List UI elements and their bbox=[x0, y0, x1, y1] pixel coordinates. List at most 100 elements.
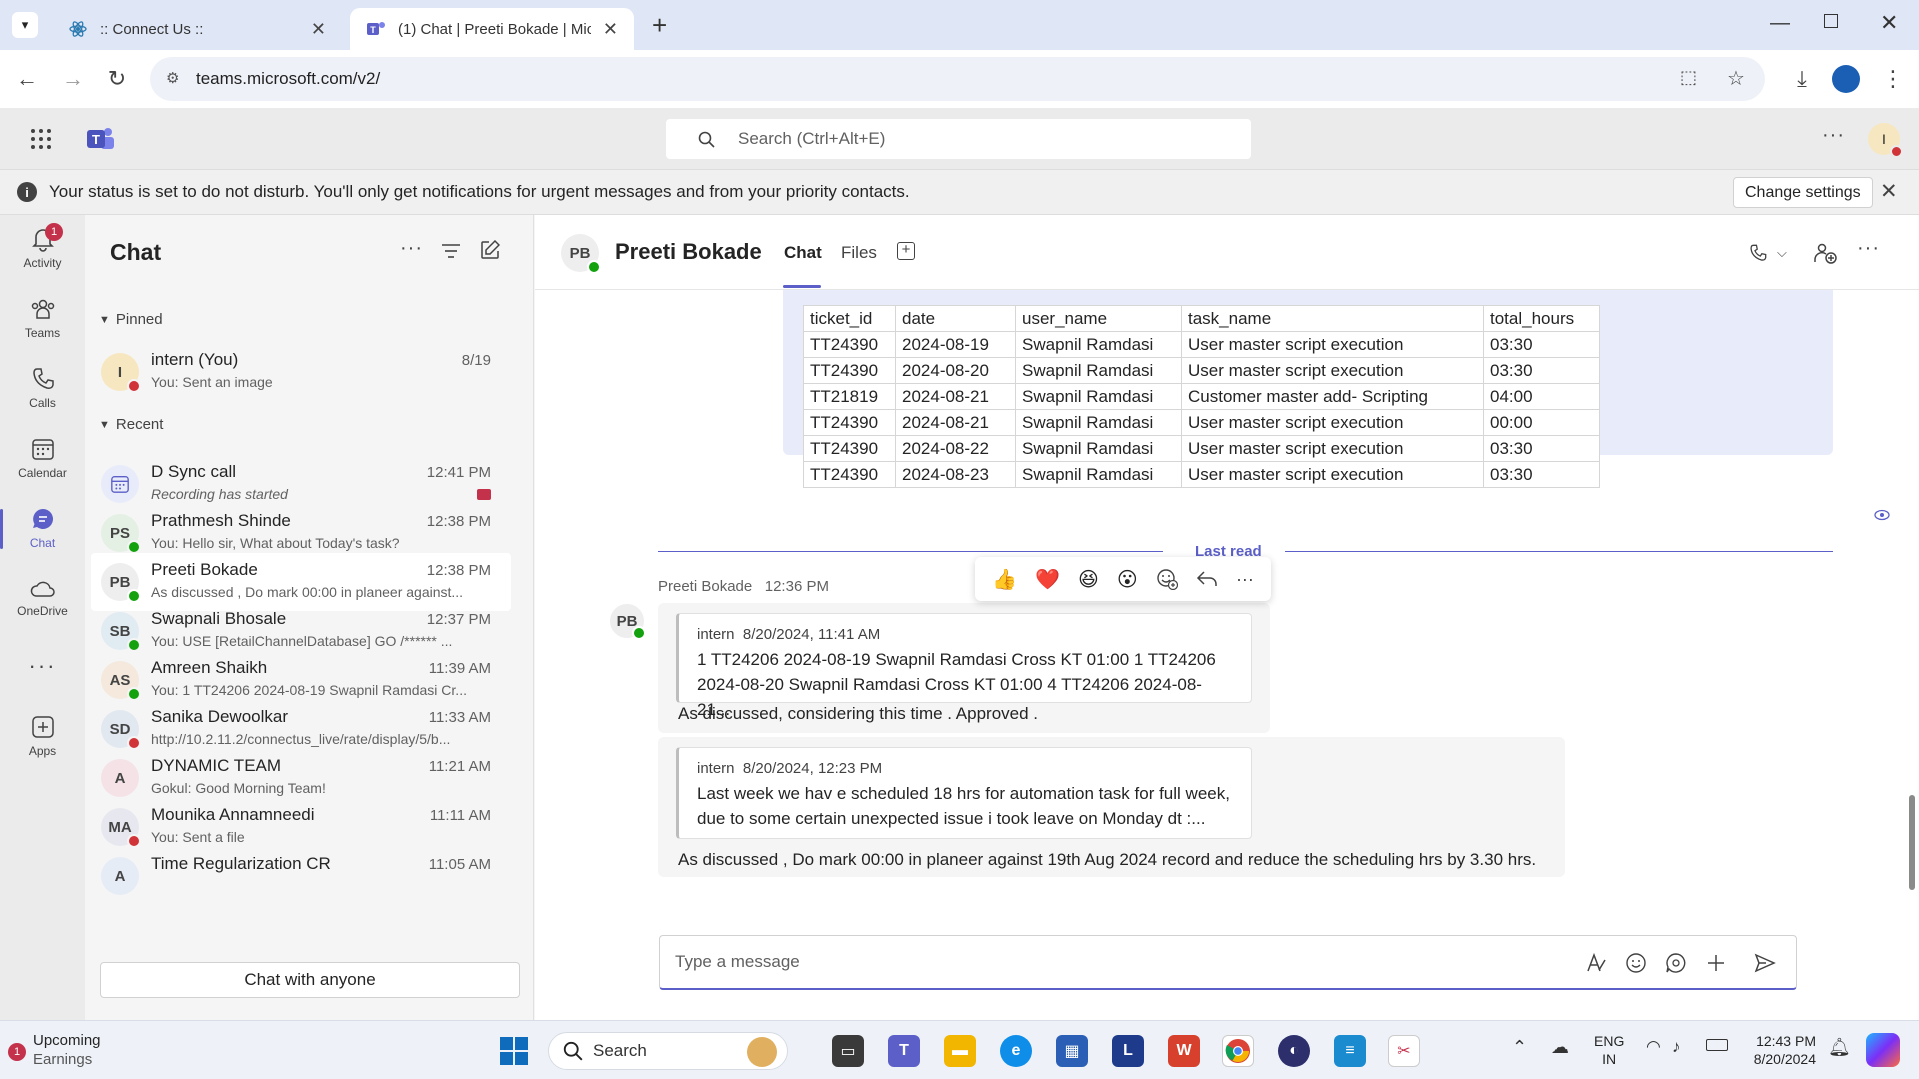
tab-search-icon[interactable]: ▾ bbox=[12, 12, 38, 38]
volume-icon[interactable]: ♪ bbox=[1672, 1037, 1681, 1057]
call-options-chevron-icon[interactable]: ⌵ bbox=[1777, 245, 1787, 261]
download-icon[interactable]: ⤓ bbox=[1787, 64, 1817, 94]
more-options-icon[interactable]: ··· bbox=[1822, 124, 1845, 147]
loop-component-icon[interactable] bbox=[1665, 952, 1687, 974]
chrome-icon[interactable] bbox=[1222, 1035, 1254, 1067]
tab-chat[interactable]: Chat bbox=[784, 243, 822, 263]
change-settings-button[interactable]: Change settings bbox=[1733, 177, 1873, 208]
rail-item-activity[interactable]: 1 Activity bbox=[0, 217, 85, 279]
avatar-initials: A bbox=[114, 769, 126, 787]
add-apps-icon bbox=[31, 716, 54, 738]
browser-tab-teams[interactable]: T (1) Chat | Preeti Bokade | Microsoft T… bbox=[350, 8, 634, 50]
battery-icon[interactable] bbox=[1706, 1039, 1728, 1051]
snipping-tool-icon[interactable]: ✂ bbox=[1388, 1035, 1420, 1067]
quoted-reply[interactable]: intern 8/20/2024, 11:41 AM 1 TT24206 202… bbox=[676, 613, 1252, 719]
recent-section-header[interactable]: ▼ Recent bbox=[99, 416, 163, 433]
add-people-icon[interactable] bbox=[1813, 241, 1837, 265]
taskbar-search[interactable]: Search bbox=[548, 1032, 788, 1070]
avatar: SB bbox=[101, 612, 141, 652]
browser-tab-connect-us[interactable]: :: Connect Us :: ✕ bbox=[52, 8, 342, 50]
conversation-scrollbar[interactable] bbox=[1909, 795, 1915, 890]
edge-icon[interactable]: e bbox=[1000, 1035, 1032, 1067]
conversation-header: PB Preeti Bokade Chat Files + ⌵ ··· bbox=[535, 215, 1919, 290]
store-icon[interactable]: ▦ bbox=[1056, 1035, 1088, 1067]
quote-author: intern bbox=[697, 626, 735, 643]
add-reaction-icon[interactable] bbox=[1156, 568, 1178, 590]
cloud-sync-icon[interactable]: ☁ bbox=[1551, 1037, 1569, 1058]
more-apps-icon[interactable]: ··· bbox=[0, 635, 85, 697]
close-tab-icon[interactable]: ✕ bbox=[603, 19, 618, 40]
windows-start-icon[interactable] bbox=[499, 1036, 529, 1066]
add-tab-icon[interactable]: + bbox=[897, 242, 915, 260]
wifi-icon[interactable]: ◠ bbox=[1646, 1037, 1661, 1057]
language-indicator[interactable]: ENG IN bbox=[1594, 1032, 1624, 1068]
chat-list-item[interactable]: A Time Regularization CR 11:05 AM bbox=[91, 847, 511, 905]
app-launcher-icon[interactable] bbox=[30, 128, 52, 150]
message-bubble[interactable]: intern 8/20/2024, 11:41 AM 1 TT24206 202… bbox=[658, 603, 1270, 733]
minimize-icon[interactable]: — bbox=[1770, 12, 1790, 35]
earnings-widget[interactable]: Upcoming Earnings bbox=[33, 1031, 101, 1069]
rail-item-teams[interactable]: Teams bbox=[0, 287, 85, 349]
activity-badge: 1 bbox=[45, 223, 63, 241]
teams-taskbar-icon[interactable]: T bbox=[888, 1035, 920, 1067]
notepad-icon[interactable]: ≡ bbox=[1334, 1035, 1366, 1067]
bookmark-star-icon[interactable]: ☆ bbox=[1727, 66, 1745, 91]
avatar[interactable]: PB bbox=[561, 234, 601, 274]
clock[interactable]: 12:43 PM 8/20/2024 bbox=[1744, 1032, 1816, 1068]
close-banner-icon[interactable]: ✕ bbox=[1880, 179, 1898, 204]
profile-avatar[interactable]: I bbox=[1868, 123, 1903, 158]
rail-item-calls[interactable]: Calls bbox=[0, 357, 85, 419]
message-bubble[interactable]: intern 8/20/2024, 12:23 PM Last week we … bbox=[658, 737, 1565, 877]
back-icon[interactable]: ← bbox=[12, 64, 42, 94]
message-more-icon[interactable]: ··· bbox=[1236, 569, 1254, 590]
close-window-icon[interactable]: ✕ bbox=[1880, 10, 1898, 36]
attach-plus-icon[interactable] bbox=[1705, 952, 1727, 974]
avatar[interactable]: PB bbox=[608, 602, 646, 640]
chat-list-item[interactable]: Iintern (You) 8/19 You: Sent an image bbox=[91, 343, 511, 401]
notifications-icon[interactable]: 🔔︎ bbox=[1828, 1037, 1851, 1058]
emoji-icon[interactable] bbox=[1625, 952, 1647, 974]
address-bar[interactable]: ⚙ teams.microsoft.com/v2/ ⬚ ☆ bbox=[150, 57, 1765, 101]
task-view-icon[interactable]: ▭ bbox=[832, 1035, 864, 1067]
eclipse-icon[interactable]: ◐ bbox=[1278, 1035, 1310, 1067]
browser-profile-icon[interactable] bbox=[1832, 65, 1860, 93]
quoted-reply[interactable]: intern 8/20/2024, 12:23 PM Last week we … bbox=[676, 747, 1252, 839]
close-tab-icon[interactable]: ✕ bbox=[311, 19, 326, 40]
restore-icon[interactable] bbox=[1824, 14, 1838, 28]
site-info-icon[interactable]: ⚙ bbox=[166, 69, 179, 87]
rail-item-onedrive[interactable]: OneDrive bbox=[0, 567, 85, 629]
format-icon[interactable] bbox=[1585, 952, 1607, 974]
rail-item-calendar[interactable]: Calendar bbox=[0, 427, 85, 489]
l-app-icon[interactable]: L bbox=[1112, 1035, 1144, 1067]
chat-with-anyone-button[interactable]: Chat with anyone bbox=[100, 962, 520, 998]
reaction-surprised[interactable]: 😮 bbox=[1117, 567, 1138, 592]
reaction-heart[interactable]: ❤️ bbox=[1035, 567, 1060, 592]
reply-icon[interactable] bbox=[1196, 570, 1218, 588]
tab-files[interactable]: Files bbox=[841, 243, 877, 263]
phone-icon bbox=[32, 368, 54, 389]
reaction-laugh[interactable]: 😆 bbox=[1078, 567, 1099, 592]
copilot-icon[interactable] bbox=[1866, 1033, 1900, 1067]
show-hidden-icons-icon[interactable]: ⌃ bbox=[1512, 1037, 1527, 1058]
table-cell: User master script execution bbox=[1181, 435, 1484, 462]
reaction-like[interactable]: 👍 bbox=[992, 567, 1017, 592]
message-composer[interactable]: Type a message bbox=[659, 935, 1797, 990]
forward-icon[interactable]: → bbox=[58, 64, 88, 94]
filter-icon[interactable] bbox=[441, 243, 461, 259]
send-icon[interactable] bbox=[1754, 952, 1776, 974]
rail-item-chat[interactable]: Chat bbox=[0, 497, 85, 559]
pinned-section-header[interactable]: ▼ Pinned bbox=[99, 311, 163, 328]
new-chat-icon[interactable] bbox=[480, 240, 500, 260]
call-icon[interactable] bbox=[1748, 242, 1768, 264]
teams-search-input[interactable]: Search (Ctrl+Alt+E) bbox=[666, 119, 1251, 159]
rail-item-apps[interactable]: Apps bbox=[0, 705, 85, 767]
conversation-more-icon[interactable]: ··· bbox=[1857, 237, 1880, 260]
file-explorer-icon[interactable]: ▬ bbox=[944, 1035, 976, 1067]
new-tab-icon[interactable]: + bbox=[652, 10, 667, 41]
last-read-line bbox=[658, 551, 1163, 552]
browser-menu-icon[interactable]: ⋮ bbox=[1878, 64, 1908, 94]
wps-office-icon[interactable]: W bbox=[1168, 1035, 1200, 1067]
chat-more-icon[interactable]: ··· bbox=[400, 237, 423, 260]
install-app-icon[interactable]: ⬚ bbox=[1680, 67, 1697, 88]
reload-icon[interactable]: ↻ bbox=[102, 64, 132, 94]
